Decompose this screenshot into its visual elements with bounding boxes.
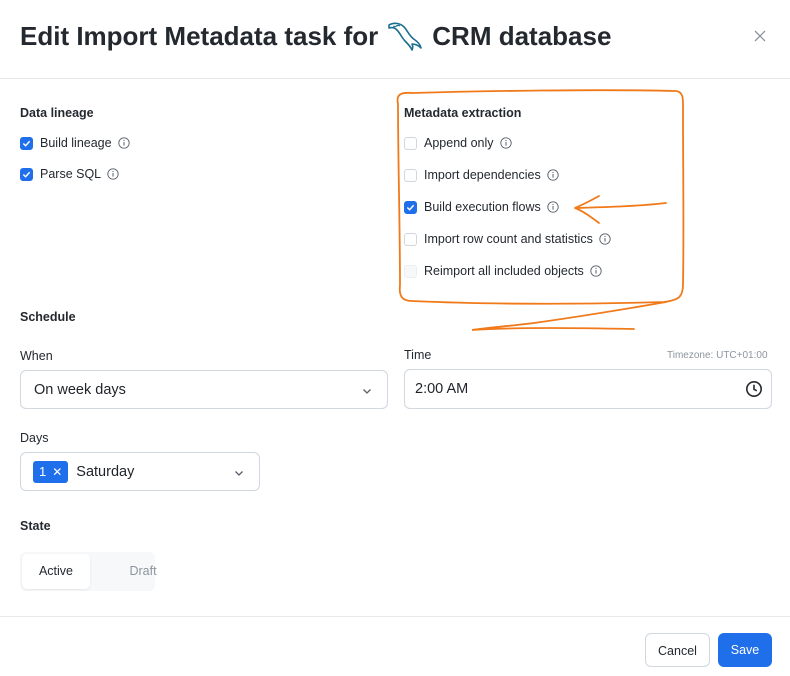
build-execution-flows-checkbox[interactable] xyxy=(404,200,417,214)
clear-icon[interactable]: ✕ xyxy=(52,465,62,479)
build-lineage-checkbox[interactable] xyxy=(20,136,33,150)
state-active-option[interactable]: Active xyxy=(22,554,90,589)
days-count: 1 xyxy=(39,464,47,479)
when-label: When xyxy=(20,349,53,363)
chevron-down-icon xyxy=(233,466,245,478)
reimport-all-objects-checkbox[interactable] xyxy=(404,264,417,278)
info-icon[interactable] xyxy=(117,137,130,149)
dialog-title-suffix: CRM database xyxy=(432,20,612,51)
append-only-checkbox[interactable] xyxy=(404,136,417,150)
time-label: Time xyxy=(404,348,432,362)
reimport-all-objects-option[interactable]: Reimport all included objects xyxy=(404,264,602,278)
schedule-heading: Schedule xyxy=(20,310,76,324)
state-heading: State xyxy=(20,519,51,533)
days-select[interactable]: 1 ✕ Saturday xyxy=(20,452,260,491)
days-count-badge: 1 ✕ xyxy=(33,460,69,483)
import-row-count-checkbox[interactable] xyxy=(404,232,417,246)
when-select[interactable]: On week days xyxy=(20,370,388,409)
time-value: 2:00 AM xyxy=(415,381,469,397)
metadata-extraction-heading: Metadata extraction xyxy=(404,106,522,120)
info-icon[interactable] xyxy=(107,168,119,180)
chevron-down-icon xyxy=(361,384,373,396)
import-dependencies-checkbox[interactable] xyxy=(404,168,417,182)
reimport-all-objects-label: Reimport all included objects xyxy=(424,264,584,278)
time-input[interactable]: 2:00 AM xyxy=(404,369,772,409)
state-toggle: Active Draft xyxy=(20,552,157,591)
info-icon[interactable] xyxy=(547,169,559,181)
dialog-header: Edit Import Metadata task for CRM databa… xyxy=(0,0,790,79)
cancel-button[interactable]: Cancel xyxy=(645,633,710,667)
mysql-dolphin-icon xyxy=(386,19,424,53)
parse-sql-option[interactable]: Parse SQL xyxy=(20,167,119,181)
annotation-scribble xyxy=(471,301,667,331)
info-icon[interactable] xyxy=(599,233,611,245)
info-icon[interactable] xyxy=(547,201,559,213)
days-value: Saturday xyxy=(76,463,135,480)
close-icon[interactable] xyxy=(750,26,770,46)
timezone-label: Timezone: UTC+01:00 xyxy=(667,350,768,361)
append-only-option[interactable]: Append only xyxy=(404,136,512,150)
parse-sql-label: Parse SQL xyxy=(40,167,102,181)
dialog-title: Edit Import Metadata task for CRM databa… xyxy=(20,19,611,53)
import-dependencies-label: Import dependencies xyxy=(424,168,541,182)
build-execution-flows-option[interactable]: Build execution flows xyxy=(404,200,559,214)
when-value: On week days xyxy=(34,381,126,398)
footer-divider xyxy=(0,616,790,617)
build-lineage-label: Build lineage xyxy=(40,136,112,150)
dialog-title-prefix: Edit Import Metadata task for xyxy=(20,20,379,51)
parse-sql-checkbox[interactable] xyxy=(20,167,33,181)
save-button[interactable]: Save xyxy=(718,633,772,667)
append-only-label: Append only xyxy=(424,136,494,150)
data-lineage-heading: Data lineage xyxy=(20,106,94,120)
annotation-arrowhead xyxy=(574,195,600,224)
days-label: Days xyxy=(20,431,49,445)
import-dependencies-option[interactable]: Import dependencies xyxy=(404,168,559,182)
build-lineage-option[interactable]: Build lineage xyxy=(20,136,130,150)
info-icon[interactable] xyxy=(499,137,512,149)
clock-icon[interactable] xyxy=(745,380,763,398)
import-row-count-label: Import row count and statistics xyxy=(424,232,593,246)
build-execution-flows-label: Build execution flows xyxy=(424,200,541,214)
import-row-count-option[interactable]: Import row count and statistics xyxy=(404,232,611,246)
state-draft-option[interactable]: Draft xyxy=(108,554,178,589)
info-icon[interactable] xyxy=(590,265,602,277)
annotation-arrow xyxy=(576,202,667,209)
